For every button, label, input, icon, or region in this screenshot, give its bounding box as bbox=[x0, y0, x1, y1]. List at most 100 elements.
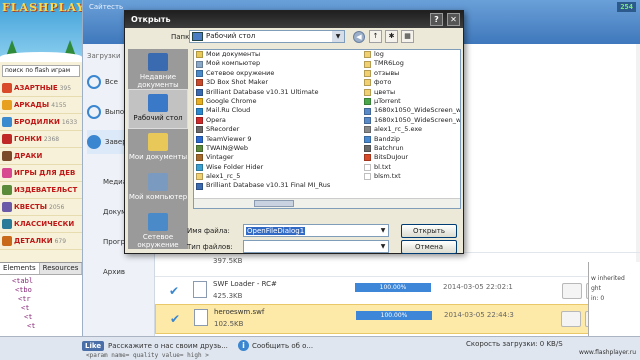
back-icon[interactable]: ◀ bbox=[353, 31, 365, 43]
download-row[interactable]: 397.5KB bbox=[155, 252, 640, 274]
file-item[interactable]: отзывы bbox=[364, 69, 460, 78]
folder-icon[interactable] bbox=[562, 283, 582, 299]
filename-label: Имя файла: bbox=[187, 227, 230, 235]
style-line: w inherited bbox=[591, 275, 625, 282]
folder-icon[interactable] bbox=[561, 311, 581, 327]
category-item[interactable]: ИЗДЕВАТЕЛЬСТ bbox=[0, 182, 82, 199]
file-item[interactable]: Wise Folder Hider bbox=[196, 163, 362, 172]
share-text[interactable]: Расскажите о нас своим друзь... bbox=[108, 342, 228, 350]
category-item[interactable]: БРОДИЛКИ 1633 bbox=[0, 114, 82, 131]
file-name: отзывы bbox=[374, 68, 400, 77]
chevron-down-icon[interactable]: ▼ bbox=[378, 225, 388, 236]
file-item[interactable]: Opera bbox=[196, 116, 362, 125]
download-row[interactable]: ✔ heroeswm.swf 100.00% 2014-03-05 22:44:3 10… bbox=[155, 304, 640, 334]
file-item[interactable]: TMR6Log bbox=[364, 59, 460, 68]
file-item[interactable]: Mail.Ru Cloud bbox=[196, 106, 362, 115]
file-item[interactable]: µTorrent bbox=[364, 97, 460, 106]
download-size: 425.3KB bbox=[213, 292, 243, 300]
tab-resources[interactable]: Resources bbox=[40, 263, 83, 274]
place-1[interactable]: Рабочий стол bbox=[128, 89, 188, 129]
file-icon bbox=[196, 98, 203, 106]
place-4[interactable]: Сетевое окружение bbox=[128, 209, 188, 249]
code-line[interactable]: <tabl bbox=[4, 277, 78, 286]
scrollbar-thumb[interactable] bbox=[254, 200, 294, 207]
report-link[interactable]: Сообщить об о... bbox=[252, 342, 313, 350]
category-item[interactable]: АЗАРТНЫЕ 395 bbox=[0, 80, 82, 97]
cancel-button[interactable]: Отмена bbox=[401, 240, 457, 254]
file-name: Мой компьютер bbox=[206, 59, 261, 68]
file-item[interactable]: 1680x1050_WideScreen_wall bbox=[364, 116, 460, 125]
category-item[interactable]: КЛАССИЧЕСКИ bbox=[0, 216, 82, 233]
filename-input[interactable]: OpenFileDialog1 ▼ bbox=[243, 224, 389, 237]
place-0[interactable]: Недавние документы bbox=[128, 49, 188, 89]
site-logo[interactable]: FLASHPLAY bbox=[2, 1, 82, 14]
place-2[interactable]: Мои документы bbox=[128, 129, 188, 169]
category-item[interactable]: ДРАКИ bbox=[0, 148, 82, 165]
filetype-dropdown[interactable]: ▼ bbox=[243, 240, 389, 253]
file-item[interactable]: Batchrun bbox=[364, 144, 460, 153]
place-icon bbox=[148, 133, 168, 151]
category-item[interactable]: КВЕСТЫ 2056 bbox=[0, 199, 82, 216]
file-item[interactable]: alex1_rc_5.exe bbox=[364, 125, 460, 134]
file-item[interactable]: TeamViewer 9 bbox=[196, 135, 362, 144]
code-line[interactable]: <t bbox=[4, 304, 78, 313]
category-label: ИГРЫ ДЛЯ ДЕВ bbox=[14, 169, 76, 177]
tab-elements[interactable]: Elements bbox=[0, 263, 40, 274]
place-3[interactable]: Мой компьютер bbox=[128, 169, 188, 209]
category-item[interactable]: АРКАДЫ 4155 bbox=[0, 97, 82, 114]
horizontal-scrollbar[interactable] bbox=[194, 198, 460, 208]
file-item[interactable]: alex1_rc_5 bbox=[196, 172, 362, 181]
category-icon bbox=[2, 236, 12, 246]
file-item[interactable]: Сетевое окружение bbox=[196, 69, 362, 78]
help-icon[interactable]: ? bbox=[430, 13, 443, 26]
file-icon bbox=[196, 163, 203, 171]
file-item[interactable]: Bandzip bbox=[364, 135, 460, 144]
close-icon[interactable]: ✕ bbox=[447, 13, 460, 26]
place-icon bbox=[148, 94, 168, 112]
dialog-titlebar[interactable]: Открыть ? ✕ bbox=[125, 11, 463, 28]
code-line[interactable]: <tbo bbox=[4, 286, 78, 295]
code-line[interactable]: <t bbox=[4, 322, 78, 331]
file-item[interactable]: Мой компьютер bbox=[196, 59, 362, 68]
site-search-input[interactable]: поиск по flash играм bbox=[2, 65, 80, 77]
open-button[interactable]: Открыть bbox=[401, 224, 457, 238]
category-icon bbox=[2, 117, 12, 127]
new-folder-icon[interactable]: ✱ bbox=[385, 30, 398, 43]
file-item[interactable]: TWAIN@Web bbox=[196, 144, 362, 153]
chevron-down-icon[interactable]: ▼ bbox=[378, 241, 388, 252]
file-item[interactable]: 1680x1050_WideScreen_wall bbox=[364, 106, 460, 115]
download-row[interactable]: ✔ SWF Loader - RC# 100.00% 2014-03-05 22:02… bbox=[155, 276, 640, 306]
code-line[interactable]: <t bbox=[4, 313, 78, 322]
file-list[interactable]: Мои документы Мой компьютер Сетевое окруже… bbox=[193, 49, 461, 209]
file-name: SRecorder bbox=[206, 125, 240, 134]
file-item[interactable]: Vintager bbox=[196, 153, 362, 162]
chevron-down-icon[interactable]: ▼ bbox=[332, 31, 344, 42]
category-item[interactable]: ДЕТАЛКИ 679 bbox=[0, 233, 82, 250]
up-folder-icon[interactable]: ↑ bbox=[369, 30, 382, 43]
file-item[interactable]: blsm.txt bbox=[364, 172, 460, 181]
file-item[interactable]: SRecorder bbox=[196, 125, 362, 134]
file-name: Google Chrome bbox=[206, 96, 257, 105]
category-item[interactable]: ГОНКИ 2368 bbox=[0, 131, 82, 148]
file-item[interactable]: Brilliant Database v10.31 Ultimate bbox=[196, 88, 362, 97]
file-item[interactable]: Google Chrome bbox=[196, 97, 362, 106]
file-item[interactable]: BitsDuJour bbox=[364, 153, 460, 162]
lookin-dropdown[interactable]: Рабочий стол ▼ bbox=[189, 30, 345, 43]
file-item[interactable]: Мои документы bbox=[196, 50, 362, 59]
file-item[interactable]: 3D Box Shot Maker bbox=[196, 78, 362, 87]
file-item[interactable]: цветы bbox=[364, 88, 460, 97]
downloads-filter-6[interactable]: Архив bbox=[87, 260, 153, 284]
category-item[interactable]: ИГРЫ ДЛЯ ДЕВ bbox=[0, 165, 82, 182]
like-button[interactable]: Like bbox=[82, 341, 105, 351]
file-item[interactable]: log bbox=[364, 50, 460, 59]
category-label: ИЗДЕВАТЕЛЬСТ bbox=[14, 186, 78, 194]
file-item[interactable]: Brilliant Database v10.31 Final MI_Rus bbox=[196, 181, 362, 190]
site-url[interactable]: www.flashplayer.ru bbox=[579, 349, 636, 356]
dialog-title: Открыть bbox=[131, 15, 171, 24]
code-line[interactable]: <tr bbox=[4, 295, 78, 304]
file-item[interactable]: bl.txt bbox=[364, 163, 460, 172]
file-item[interactable]: фото bbox=[364, 78, 460, 87]
file-icon bbox=[193, 281, 207, 298]
category-label: КВЕСТЫ bbox=[14, 203, 48, 211]
view-menu-icon[interactable]: ▦ bbox=[401, 30, 414, 43]
